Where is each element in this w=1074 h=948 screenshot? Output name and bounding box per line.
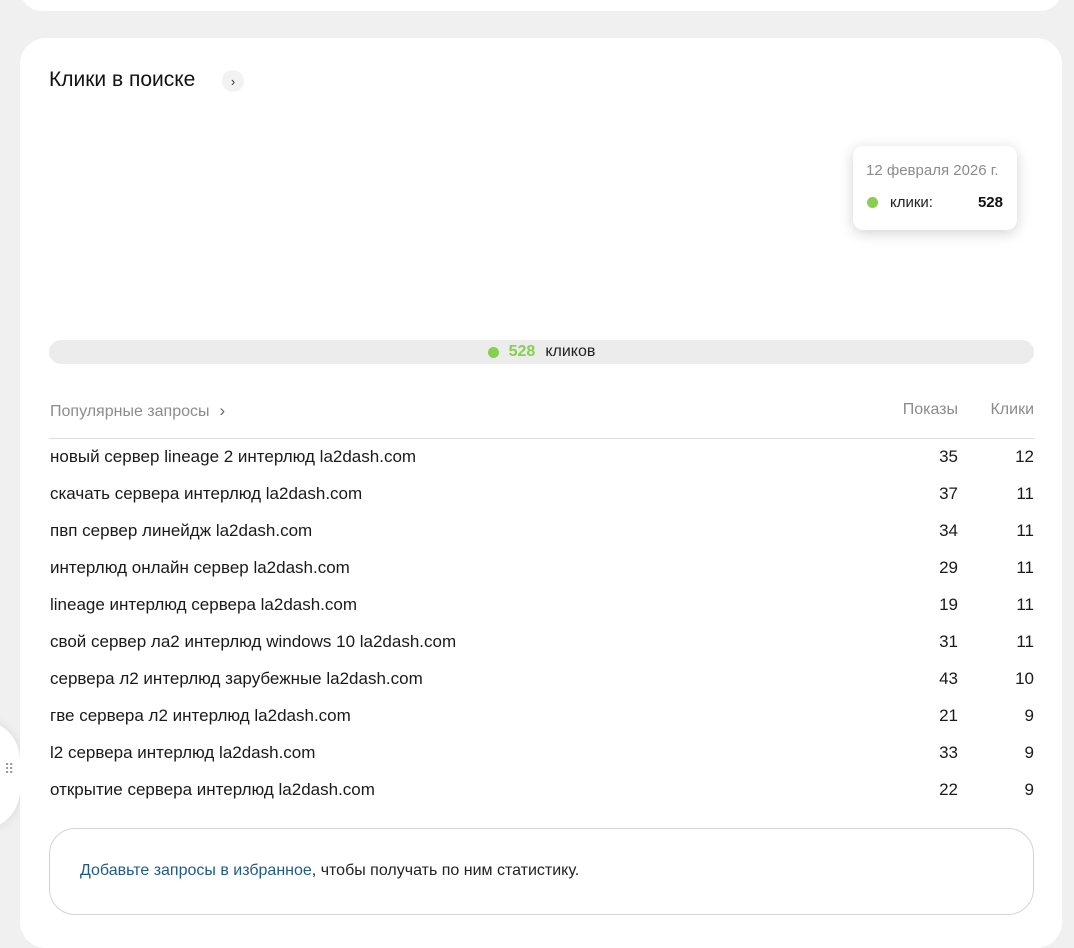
table-row[interactable]: l2 сервера интерлюд la2dash.com 33 9 <box>49 736 1035 773</box>
query-text: интерлюд онлайн сервер la2dash.com <box>50 558 350 577</box>
chevron-right-icon: › <box>219 401 226 420</box>
clicks-value: 11 <box>1016 558 1034 577</box>
table-row[interactable]: скачать сервера интерлюд la2dash.com 37 … <box>49 477 1035 514</box>
add-to-favorites-link[interactable]: Добавьте запросы в избранное <box>80 862 312 879</box>
clicks-value: 11 <box>1016 632 1034 651</box>
drag-grip-icon: ⠿ <box>4 761 16 777</box>
queries-table-body: новый сервер lineage 2 интерлюд la2dash.… <box>49 440 1035 810</box>
shows-value: 22 <box>939 780 958 799</box>
shows-value: 19 <box>939 595 958 614</box>
query-text: открытие сервера интерлюд la2dash.com <box>50 780 375 799</box>
popular-queries-link[interactable]: Популярные запросы › <box>50 401 225 421</box>
clicks-value: 9 <box>1024 706 1034 725</box>
tooltip-date: 12 февраля 2026 г. <box>866 162 999 179</box>
popular-queries-label: Популярные запросы <box>50 403 210 420</box>
shows-value: 35 <box>939 447 958 466</box>
table-row[interactable]: lineage интерлюд сервера la2dash.com 19 … <box>49 588 1035 625</box>
summary-unit: кликов <box>545 343 596 360</box>
favorites-notice: Добавьте запросы в избранное, чтобы полу… <box>49 828 1034 915</box>
table-row[interactable]: пвп сервер линейдж la2dash.com 34 11 <box>49 514 1035 551</box>
chart-legend-summary[interactable]: 528 кликов <box>49 340 1034 364</box>
clicks-value: 9 <box>1024 743 1034 762</box>
shows-value: 34 <box>939 521 958 540</box>
clicks-value: 10 <box>1015 669 1034 688</box>
query-text: скачать сервера интерлюд la2dash.com <box>50 484 363 503</box>
query-text: новый сервер lineage 2 интерлюд la2dash.… <box>50 447 417 466</box>
notice-rest-text: , чтобы получать по ним статистику. <box>311 862 580 879</box>
shows-value: 37 <box>939 484 958 503</box>
clicks-value: 9 <box>1024 780 1034 799</box>
table-row[interactable]: свой сервер ла2 интерлюд windows 10 la2d… <box>49 625 1035 662</box>
open-report-button[interactable]: › <box>222 70 244 92</box>
shows-value: 31 <box>939 632 958 651</box>
clicks-value: 12 <box>1015 447 1034 466</box>
table-row[interactable]: гве сервера л2 интерлюд la2dash.com 21 9 <box>49 699 1035 736</box>
table-row[interactable]: интерлюд онлайн сервер la2dash.com 29 11 <box>49 551 1035 588</box>
previous-card <box>20 0 1062 11</box>
clicks-value: 11 <box>1016 484 1034 503</box>
series-dot-icon <box>867 197 878 208</box>
table-header: Популярные запросы › Показы Клики <box>49 398 1035 439</box>
clicks-value: 11 <box>1016 595 1034 614</box>
query-text: гве сервера л2 интерлюд la2dash.com <box>50 706 351 725</box>
shows-value: 43 <box>939 669 958 688</box>
table-row[interactable]: открытие сервера интерлюд la2dash.com 22… <box>49 773 1035 810</box>
table-row[interactable]: сервера л2 интерлюд зарубежные la2dash.c… <box>49 662 1035 699</box>
clicks-value: 11 <box>1016 521 1034 540</box>
tooltip-value: 528 <box>977 194 1003 211</box>
query-text: lineage интерлюд сервера la2dash.com <box>50 595 358 614</box>
shows-value: 33 <box>939 743 958 762</box>
query-text: свой сервер ла2 интерлюд windows 10 la2d… <box>50 632 457 651</box>
shows-value: 29 <box>939 558 958 577</box>
summary-value: 528 <box>508 343 536 360</box>
tooltip-label: клики: <box>890 194 933 211</box>
notice-text: Добавьте запросы в избранное, чтобы полу… <box>80 862 579 880</box>
side-panel-handle[interactable]: ⠿ <box>0 720 20 830</box>
table-row[interactable]: новый сервер lineage 2 интерлюд la2dash.… <box>49 440 1035 477</box>
card-title: Клики в поиске <box>49 68 196 91</box>
column-header-clicks[interactable]: Клики <box>990 401 1034 419</box>
chevron-right-icon: › <box>230 73 236 89</box>
series-dot-icon <box>487 346 499 358</box>
query-text: l2 сервера интерлюд la2dash.com <box>50 743 316 762</box>
column-header-shows[interactable]: Показы <box>903 401 958 419</box>
query-text: пвп сервер линейдж la2dash.com <box>50 521 313 540</box>
chart-tooltip: 12 февраля 2026 г. клики: 528 <box>853 146 1017 230</box>
shows-value: 21 <box>939 706 958 725</box>
query-text: сервера л2 интерлюд зарубежные la2dash.c… <box>50 669 423 688</box>
